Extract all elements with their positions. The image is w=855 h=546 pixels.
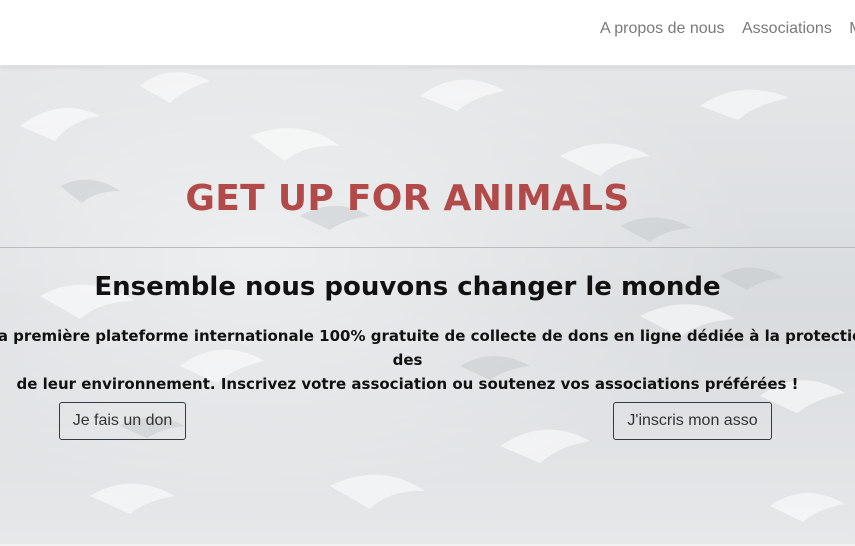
donate-button[interactable]: Je fais un don bbox=[59, 402, 186, 440]
hero-description: ls est la première plateforme internatio… bbox=[0, 324, 855, 396]
nav-link-about[interactable]: A propos de nous bbox=[600, 20, 725, 38]
hero-description-line1: ls est la première plateforme internatio… bbox=[0, 327, 855, 369]
nav-links: A propos de nous Associations M bbox=[600, 20, 855, 38]
seagulls-background-image bbox=[20, 72, 845, 522]
hero-section: GET UP FOR ANIMALS Ensemble nous pouvons… bbox=[0, 66, 855, 546]
nav-link-more[interactable]: M bbox=[849, 20, 855, 38]
nav-link-associations[interactable]: Associations bbox=[742, 20, 832, 38]
register-association-button[interactable]: J'inscris mon asso bbox=[613, 402, 772, 440]
hero-subtitle: Ensemble nous pouvons changer le monde bbox=[94, 272, 721, 302]
top-navbar: A propos de nous Associations M bbox=[0, 0, 855, 66]
hero-divider bbox=[0, 247, 855, 248]
hero-description-line2: de leur environnement. Inscrivez votre a… bbox=[16, 375, 799, 393]
hero-title: GET UP FOR ANIMALS bbox=[185, 178, 630, 219]
